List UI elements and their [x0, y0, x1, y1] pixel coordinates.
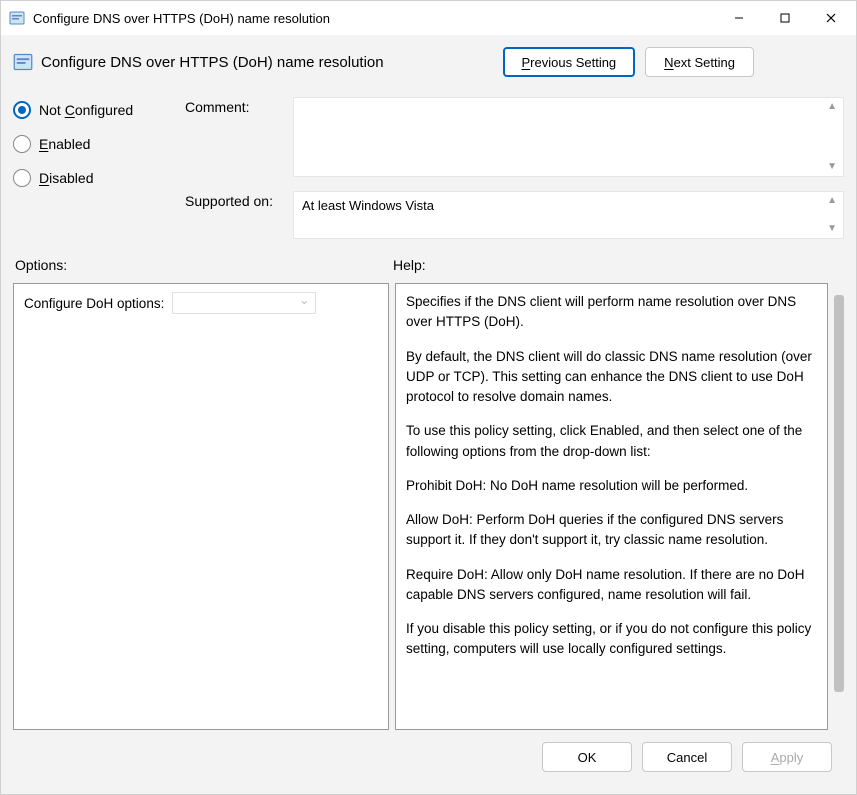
radio-icon	[13, 101, 31, 119]
titlebar: Configure DNS over HTTPS (DoH) name reso…	[1, 1, 856, 35]
dialog-window: Configure DNS over HTTPS (DoH) name reso…	[0, 0, 857, 795]
scroll-up-icon[interactable]: ▲	[827, 102, 837, 112]
scrollbar-thumb[interactable]	[834, 295, 844, 692]
doh-option-label: Configure DoH options:	[24, 296, 164, 311]
radio-not-configured[interactable]: Not Configured	[13, 101, 173, 119]
content-area: Configure DNS over HTTPS (DoH) name reso…	[1, 35, 856, 794]
supported-value: At least Windows Vista	[302, 198, 434, 213]
options-panel: Configure DoH options:	[13, 283, 389, 730]
header-row: Configure DNS over HTTPS (DoH) name reso…	[13, 47, 844, 77]
comment-label: Comment:	[185, 97, 293, 177]
doh-option-row: Configure DoH options:	[24, 292, 378, 314]
apply-button[interactable]: Apply	[742, 742, 832, 772]
panels: Configure DoH options: Specifies if the …	[13, 283, 844, 730]
radio-label: Disabled	[39, 170, 94, 186]
maximize-button[interactable]	[762, 3, 808, 33]
cancel-button[interactable]: Cancel	[642, 742, 732, 772]
help-paragraph: To use this policy setting, click Enable…	[406, 421, 817, 462]
help-section-label: Help:	[393, 257, 426, 273]
policy-icon	[9, 10, 25, 26]
help-paragraph: Allow DoH: Perform DoH queries if the co…	[406, 510, 817, 551]
policy-title: Configure DNS over HTTPS (DoH) name reso…	[41, 54, 503, 71]
doh-option-dropdown[interactable]	[172, 292, 316, 314]
options-section-label: Options:	[13, 257, 393, 273]
state-block: Not Configured Enabled Disabled Comment:…	[13, 97, 844, 239]
fields: Comment: ▲ ▼ Supported on: At least Wind…	[185, 97, 844, 239]
comment-row: Comment: ▲ ▼	[185, 97, 844, 177]
help-paragraph: By default, the DNS client will do class…	[406, 347, 817, 408]
window-title: Configure DNS over HTTPS (DoH) name reso…	[33, 11, 716, 26]
help-paragraph: Require DoH: Allow only DoH name resolut…	[406, 565, 817, 606]
scroll-down-icon[interactable]: ▼	[827, 224, 837, 234]
scroll-down-icon[interactable]: ▼	[827, 162, 837, 172]
nav-buttons: Previous Setting Next Setting	[503, 47, 755, 77]
help-paragraph: If you disable this policy setting, or i…	[406, 619, 817, 660]
next-setting-button[interactable]: Next Setting	[645, 47, 754, 77]
ok-button[interactable]: OK	[542, 742, 632, 772]
supported-box: At least Windows Vista ▲ ▼	[293, 191, 844, 239]
policy-header-icon	[13, 52, 33, 72]
help-panel[interactable]: Specifies if the DNS client will perform…	[395, 283, 828, 730]
state-radios: Not Configured Enabled Disabled	[13, 101, 173, 239]
help-paragraph: Prohibit DoH: No DoH name resolution wil…	[406, 476, 817, 496]
radio-label: Not Configured	[39, 102, 133, 118]
section-labels: Options: Help:	[13, 257, 844, 273]
radio-disabled[interactable]: Disabled	[13, 169, 173, 187]
radio-enabled[interactable]: Enabled	[13, 135, 173, 153]
footer-buttons: OK Cancel Apply	[13, 730, 844, 784]
supported-label: Supported on:	[185, 191, 293, 239]
radio-icon	[13, 135, 31, 153]
radio-icon	[13, 169, 31, 187]
comment-input[interactable]: ▲ ▼	[293, 97, 844, 177]
close-button[interactable]	[808, 3, 854, 33]
help-scrollbar[interactable]	[834, 283, 844, 730]
previous-setting-button[interactable]: Previous Setting	[503, 47, 636, 77]
minimize-button[interactable]	[716, 3, 762, 33]
radio-label: Enabled	[39, 136, 90, 152]
window-controls	[716, 3, 854, 33]
help-paragraph: Specifies if the DNS client will perform…	[406, 292, 817, 333]
scroll-up-icon[interactable]: ▲	[827, 196, 837, 206]
supported-row: Supported on: At least Windows Vista ▲ ▼	[185, 191, 844, 239]
